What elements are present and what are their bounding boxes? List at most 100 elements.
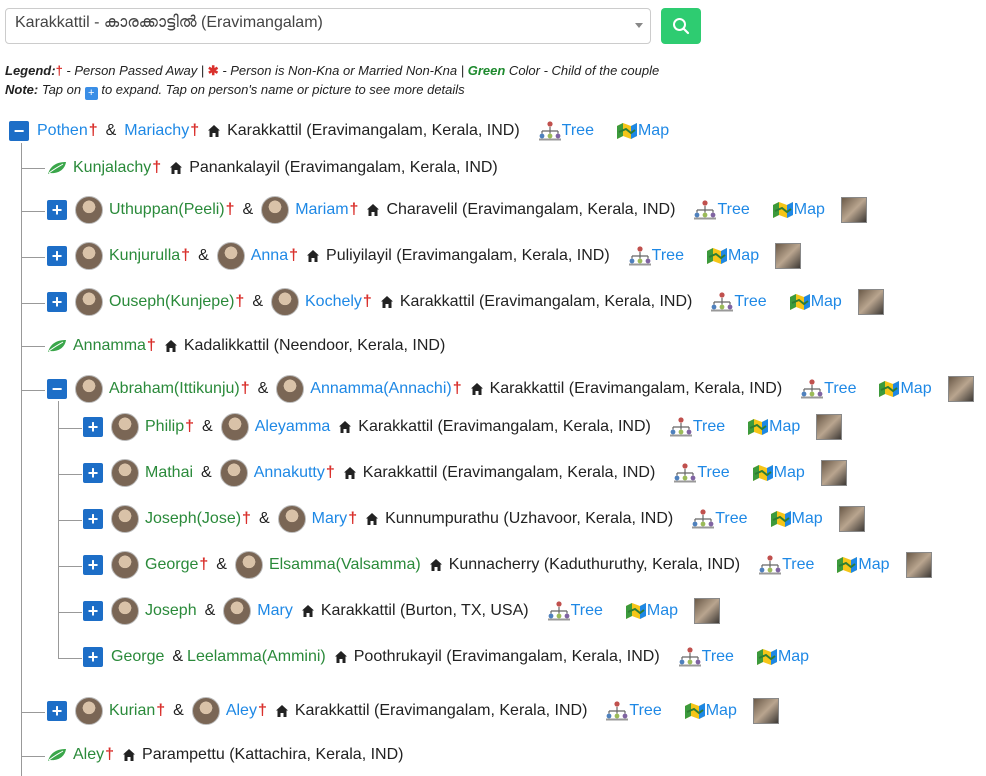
spouse-name[interactable]: Elsamma(Valsamma) <box>269 556 421 574</box>
avatar[interactable] <box>75 375 103 403</box>
expand-button[interactable]: + <box>83 555 103 575</box>
tree-link[interactable]: Tree <box>710 292 767 312</box>
avatar[interactable] <box>220 413 249 441</box>
spouse-name[interactable]: Kochely <box>305 293 362 311</box>
spouse-name[interactable]: Mariam <box>295 201 348 219</box>
spouse-name[interactable]: Annamma(Annachi) <box>310 380 451 398</box>
expand-button[interactable]: + <box>47 701 67 721</box>
family-photo[interactable] <box>905 552 932 578</box>
legend-nonkna: - Person is Non-Kna or Married Non-Kna | <box>218 63 468 78</box>
tree-link[interactable]: Tree <box>673 463 730 483</box>
family-photo[interactable] <box>840 197 867 223</box>
family-photo[interactable] <box>857 289 884 315</box>
expand-button[interactable]: + <box>83 601 103 621</box>
expand-button[interactable]: + <box>47 246 67 266</box>
map-link[interactable]: Map <box>706 247 759 265</box>
search-button[interactable] <box>661 8 701 44</box>
avatar[interactable] <box>271 288 299 316</box>
expand-button[interactable]: + <box>83 417 103 437</box>
person-name[interactable]: George <box>111 648 164 666</box>
person-name[interactable]: Pothen <box>37 122 88 140</box>
avatar[interactable] <box>191 697 220 725</box>
avatar[interactable] <box>223 597 252 625</box>
family-row: + Joseph & Mary Karakkattil (Burton, TX,… <box>83 597 721 625</box>
avatar[interactable] <box>216 242 245 270</box>
person-name[interactable]: Abraham(Ittikunju) <box>109 380 240 398</box>
tree-link[interactable]: Tree <box>800 379 856 399</box>
collapse-button[interactable]: − <box>47 379 67 399</box>
avatar[interactable] <box>75 196 103 224</box>
map-link[interactable]: Map <box>684 702 737 720</box>
tree-link[interactable]: Tree <box>547 601 603 621</box>
expand-button[interactable]: + <box>47 200 67 220</box>
avatar[interactable] <box>75 288 103 316</box>
person-name[interactable]: Kunjurulla <box>109 247 180 265</box>
person-name[interactable]: Philip <box>145 418 184 436</box>
tree-link[interactable]: Tree <box>691 509 748 529</box>
person-name[interactable]: Aley <box>73 746 104 764</box>
collapse-button[interactable]: − <box>9 121 29 141</box>
tree-link[interactable]: Tree <box>628 246 684 266</box>
map-link[interactable]: Map <box>752 464 805 482</box>
person-name[interactable]: Uthuppan(Peeli) <box>109 201 225 219</box>
tree-link[interactable]: Tree <box>669 417 725 437</box>
person-name[interactable]: Mathai <box>145 464 193 482</box>
expand-button[interactable]: + <box>83 647 103 667</box>
avatar[interactable] <box>111 597 139 625</box>
family-photo[interactable] <box>752 698 779 724</box>
avatar[interactable] <box>277 505 306 533</box>
map-link[interactable]: Map <box>625 602 678 620</box>
family-photo[interactable] <box>694 598 721 624</box>
tree-link[interactable]: Tree <box>538 121 594 141</box>
family-select[interactable]: Karakkattil - കാരക്കാട്ടിൽ (Eravimangala… <box>5 8 651 44</box>
map-link[interactable]: Map <box>789 293 842 311</box>
spouse-name[interactable]: Aleyamma <box>255 418 331 436</box>
avatar[interactable] <box>276 375 305 403</box>
map-link[interactable]: Map <box>772 201 825 219</box>
person-name[interactable]: Kunjalachy <box>73 159 151 177</box>
expand-button[interactable]: + <box>83 509 103 529</box>
avatar[interactable] <box>261 196 290 224</box>
tree-icon <box>605 701 629 721</box>
map-link[interactable]: Map <box>878 380 932 398</box>
family-photo[interactable] <box>838 506 865 532</box>
tree-link[interactable]: Tree <box>758 555 814 575</box>
expand-button[interactable]: + <box>47 292 67 312</box>
person-name[interactable]: Annamma <box>73 337 146 355</box>
person-name[interactable]: Ouseph(Kunjepe) <box>109 293 234 311</box>
family-photo[interactable] <box>947 376 974 402</box>
family-photo[interactable] <box>820 460 847 486</box>
family-photo[interactable] <box>816 414 843 440</box>
tree-link[interactable]: Tree <box>678 647 734 667</box>
person-name[interactable]: George <box>145 556 198 574</box>
map-link[interactable]: Map <box>756 648 809 666</box>
avatar[interactable] <box>111 459 139 487</box>
avatar[interactable] <box>111 505 139 533</box>
person-name[interactable]: Joseph <box>145 602 197 620</box>
expand-button[interactable]: + <box>83 463 103 483</box>
tree-link[interactable]: Tree <box>693 200 750 220</box>
avatar[interactable] <box>111 551 139 579</box>
tree-link[interactable]: Tree <box>605 701 662 721</box>
spouse-name[interactable]: Mariachy <box>124 122 189 140</box>
spouse-name[interactable]: Leelamma(Ammini) <box>187 648 326 666</box>
person-name[interactable]: Joseph(Jose) <box>145 510 241 528</box>
deceased-mark: † <box>156 702 166 719</box>
spouse-name[interactable]: Mary <box>312 510 348 528</box>
map-link[interactable]: Map <box>747 418 800 436</box>
avatar[interactable] <box>234 551 263 579</box>
leaf-icon <box>47 161 67 175</box>
person-name[interactable]: Kurian <box>109 702 155 720</box>
spouse-name[interactable]: Annakutty <box>254 464 325 482</box>
spouse-name[interactable]: Mary <box>257 602 293 620</box>
spouse-name[interactable]: Aley <box>226 702 257 720</box>
spouse-name[interactable]: Anna <box>251 247 288 265</box>
avatar[interactable] <box>111 413 139 441</box>
avatar[interactable] <box>75 242 103 270</box>
map-link[interactable]: Map <box>770 510 823 528</box>
avatar[interactable] <box>75 697 103 725</box>
map-link[interactable]: Map <box>616 122 669 140</box>
family-photo[interactable] <box>775 243 802 269</box>
map-link[interactable]: Map <box>836 556 890 574</box>
avatar[interactable] <box>219 459 248 487</box>
